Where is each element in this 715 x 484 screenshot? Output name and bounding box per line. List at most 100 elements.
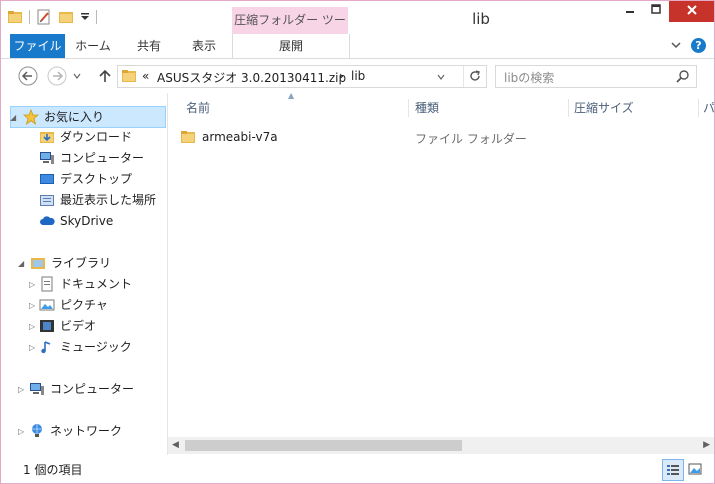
cloud-icon (39, 213, 55, 229)
folder-icon[interactable] (7, 10, 23, 24)
tab-home[interactable]: ホーム (65, 34, 121, 58)
chevron-down-icon[interactable] (669, 38, 683, 52)
nav-item-music[interactable]: ▷ ミュージック (29, 337, 132, 357)
nav-item-desktop[interactable]: デスクトップ (39, 169, 132, 189)
file-list: ▲ 名前 種類 圧縮サイズ パ armeabi-v7a ファイル フォルダー (168, 91, 714, 437)
nav-label: コンピューター (50, 382, 135, 396)
large-icons-view-button[interactable] (685, 459, 705, 479)
quick-access-toolbar (7, 9, 97, 25)
scroll-thumb[interactable] (185, 440, 462, 451)
recent-locations-chevron-icon[interactable] (72, 71, 82, 81)
nav-label: コンピューター (60, 151, 145, 165)
video-icon (39, 318, 55, 334)
address-dropdown-icon[interactable] (436, 72, 446, 82)
desktop-icon (39, 171, 55, 187)
scroll-left-icon[interactable]: ◀ (172, 440, 179, 450)
address-bar[interactable]: « ASUSスタジオ 3.0.20130411.zip › lib (117, 65, 487, 88)
tab-extract[interactable]: 展開 (232, 34, 350, 58)
folder-icon (122, 70, 136, 82)
nav-item-computer[interactable]: コンピューター (39, 148, 144, 168)
breadcrumb-lib[interactable]: lib (351, 69, 365, 83)
new-folder-icon[interactable] (58, 10, 74, 24)
scroll-right-icon[interactable]: ▶ (703, 440, 710, 450)
file-type: ファイル フォルダー (415, 132, 527, 146)
back-icon[interactable] (18, 66, 38, 86)
navigation-bar: « ASUSスタジオ 3.0.20130411.zip › lib libの検索 (1, 59, 714, 93)
tab-share[interactable]: 共有 (121, 34, 177, 58)
nav-item-network[interactable]: ▷ ネットワーク (18, 421, 122, 441)
nav-item-skydrive[interactable]: SkyDrive (39, 211, 113, 231)
close-button[interactable] (669, 1, 714, 22)
nav-item-computer-root[interactable]: ▷ コンピューター (18, 379, 134, 399)
download-folder-icon (39, 129, 55, 145)
expand-arrow-icon[interactable]: ◢ (18, 254, 24, 274)
nav-label: 最近表示した場所 (60, 193, 157, 207)
expand-arrow-icon[interactable]: ▷ (18, 422, 24, 442)
column-header-type[interactable]: 種類 (415, 98, 439, 118)
column-divider[interactable] (568, 99, 569, 117)
details-view-icon (667, 465, 679, 475)
help-icon[interactable]: ? (691, 38, 706, 53)
maximize-button[interactable] (643, 1, 669, 22)
picture-icon (39, 297, 55, 313)
nav-label: ピクチャ (60, 298, 108, 312)
context-tab-compressed-tools[interactable]: 圧縮フォルダー ツール (232, 7, 348, 53)
status-bar: 1 個の項目 (1, 455, 714, 483)
expand-arrow-icon[interactable]: ▷ (29, 317, 35, 337)
properties-icon[interactable] (36, 9, 52, 25)
large-icons-view-icon (688, 463, 702, 475)
up-arrow-icon[interactable] (95, 66, 115, 86)
nav-item-videos[interactable]: ▷ ビデオ (29, 316, 96, 336)
column-header-overflow[interactable]: パ (703, 98, 714, 118)
file-name: armeabi-v7a (202, 130, 278, 144)
expand-arrow-icon[interactable]: ▷ (29, 275, 35, 295)
item-count: 1 個の項目 (23, 463, 83, 477)
nav-item-favorites[interactable]: ◢ お気に入り (10, 106, 166, 128)
nav-item-recent[interactable]: 最近表示した場所 (39, 190, 156, 210)
expand-arrow-icon[interactable]: ▷ (29, 296, 35, 316)
breadcrumb-overflow[interactable]: « (142, 69, 149, 83)
title-bar: 圧縮フォルダー ツール lib (1, 1, 714, 53)
tab-file[interactable]: ファイル (10, 34, 65, 58)
search-box[interactable]: libの検索 (495, 65, 697, 88)
nav-item-downloads[interactable]: ダウンロード (39, 127, 132, 147)
refresh-icon (470, 70, 480, 81)
nav-label: お気に入り (44, 110, 105, 124)
minimize-icon (626, 11, 634, 13)
explorer-window: 圧縮フォルダー ツール lib ファイル ホーム 共有 表示 展開 ? « AS… (0, 0, 715, 484)
forward-icon[interactable] (47, 66, 67, 86)
tab-view[interactable]: 表示 (177, 34, 231, 58)
star-icon (22, 108, 40, 125)
navigation-pane: ◢ お気に入り ダウンロード コンピューター デスクトップ 最近表示した場所 S… (1, 93, 168, 455)
nav-item-documents[interactable]: ▷ ドキュメント (29, 274, 132, 294)
breadcrumb-separator[interactable]: › (339, 69, 344, 83)
nav-item-pictures[interactable]: ▷ ピクチャ (29, 295, 108, 315)
minimize-button[interactable] (617, 1, 643, 22)
expand-arrow-icon[interactable]: ▷ (18, 380, 24, 400)
nav-label: ダウンロード (60, 130, 133, 144)
refresh-button[interactable] (463, 66, 486, 87)
horizontal-scrollbar[interactable]: ◀ ▶ (168, 437, 714, 454)
breadcrumb-zip[interactable]: ASUSスタジオ 3.0.20130411.zip (157, 69, 346, 86)
nav-label: ライブラリ (51, 256, 112, 270)
nav-item-libraries[interactable]: ◢ ライブラリ (18, 253, 111, 273)
computer-icon (29, 381, 45, 397)
recent-places-icon (39, 192, 55, 208)
nav-label: デスクトップ (60, 172, 133, 186)
window-title: lib (472, 10, 490, 28)
library-icon (30, 255, 46, 271)
nav-label: ドキュメント (60, 277, 133, 291)
customize-dropdown-icon[interactable] (80, 12, 90, 22)
list-item[interactable]: armeabi-v7a (180, 127, 278, 147)
details-view-button[interactable] (662, 459, 684, 481)
expand-arrow-icon[interactable]: ▷ (29, 338, 35, 358)
document-icon (39, 276, 55, 292)
expand-arrow-icon[interactable]: ◢ (10, 108, 16, 128)
column-divider[interactable] (698, 99, 699, 117)
column-header-compressed-size[interactable]: 圧縮サイズ (574, 98, 634, 118)
column-header-name[interactable]: 名前 (186, 98, 210, 118)
nav-label: SkyDrive (60, 214, 114, 228)
search-icon[interactable] (676, 69, 690, 83)
close-icon (686, 5, 697, 15)
column-divider[interactable] (408, 99, 409, 117)
